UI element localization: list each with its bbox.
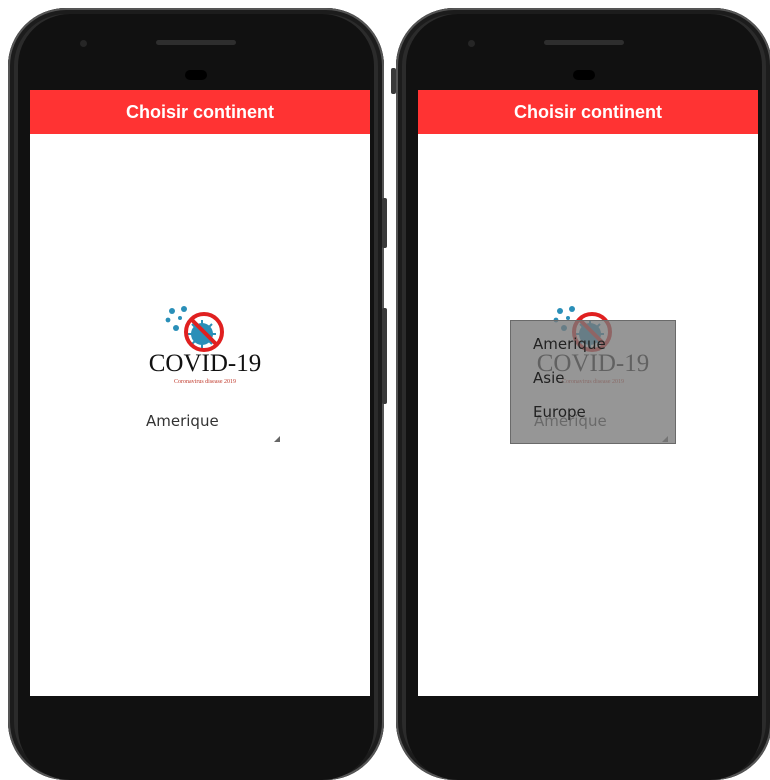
- earpiece: [185, 70, 207, 80]
- power-button: [382, 308, 387, 404]
- dropdown-option-europe[interactable]: Europe: [511, 395, 675, 429]
- spinner-arrow-icon: [274, 436, 280, 442]
- app-screen: Choisir continent COVID-19 Coronavirus d…: [418, 90, 758, 696]
- app-title: Choisir continent: [126, 101, 274, 122]
- logo-subtitle: Coronavirus disease 2019: [174, 379, 236, 385]
- speaker-grille: [544, 40, 624, 45]
- app-title: Choisir continent: [514, 101, 662, 122]
- continent-dropdown-menu: Amerique Asie Europe: [510, 320, 676, 444]
- dropdown-option-amerique[interactable]: Amerique: [511, 327, 675, 361]
- app-bar: Choisir continent: [30, 90, 370, 134]
- app-bar: Choisir continent: [418, 90, 758, 134]
- side-button: [391, 68, 396, 94]
- front-camera-icon: [80, 40, 87, 47]
- spinner-selected-value: Amerique: [146, 412, 219, 430]
- covid-logo: COVID-19 Coronavirus disease 2019: [140, 304, 270, 386]
- continent-spinner[interactable]: Amerique: [140, 410, 280, 450]
- speaker-grille: [156, 40, 236, 45]
- app-screen: Choisir continent COVID-19 Coronavirus d…: [30, 90, 370, 696]
- earpiece: [573, 70, 595, 80]
- phone-frame-right: Choisir continent COVID-19 Coronavirus d…: [391, 8, 770, 780]
- phone-frame-left: Choisir continent COVID-19 Coronavirus d…: [8, 8, 387, 780]
- logo-title: COVID-19: [148, 350, 262, 377]
- dropdown-option-asie[interactable]: Asie: [511, 361, 675, 395]
- front-camera-icon: [468, 40, 475, 47]
- volume-button: [382, 198, 387, 248]
